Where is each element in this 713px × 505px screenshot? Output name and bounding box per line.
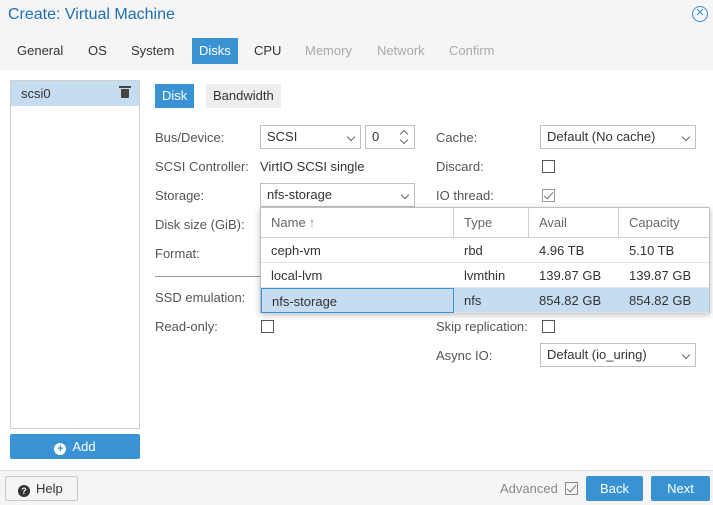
advanced-label: Advanced (500, 481, 558, 496)
readonly-checkbox[interactable] (261, 320, 274, 333)
back-button[interactable]: Back (586, 476, 643, 501)
discard-checkbox[interactable] (542, 160, 555, 173)
format-label: Format: (155, 246, 200, 261)
cache-label: Cache: (436, 130, 478, 145)
add-disk-label: Add (72, 439, 96, 454)
storage-row-selected[interactable]: nfs-storage nfs 854.82 GB 854.82 GB (261, 288, 709, 313)
async-io-label: Async IO: (436, 348, 493, 363)
storage-capacity-cell: 5.10 TB (629, 243, 675, 258)
storage-type-cell: nfs (464, 293, 482, 308)
tab-memory: Memory (305, 43, 352, 58)
storage-capacity-cell: 139.87 GB (629, 268, 692, 283)
async-io-select-value: Default (io_uring) (547, 347, 647, 362)
iothread-label: IO thread: (436, 188, 494, 203)
next-button[interactable]: Next (651, 476, 710, 501)
subtab-bandwidth[interactable]: Bandwidth (206, 84, 281, 108)
subtab-disk[interactable]: Disk (155, 84, 195, 108)
bus-select-value: SCSI (267, 129, 298, 144)
help-label: Help (36, 481, 63, 496)
storage-row[interactable]: local-lvm lvmthin 139.87 GB 139.87 GB (261, 263, 709, 288)
column-header-avail[interactable]: Avail (529, 208, 619, 238)
column-header-name[interactable]: Name ↑ (261, 208, 454, 238)
iothread-checkbox[interactable] (542, 189, 555, 202)
trash-icon[interactable] (119, 86, 131, 99)
window-title: Create: Virtual Machine (8, 6, 175, 23)
disk-list-item[interactable]: scsi0 (11, 81, 139, 106)
chevron-down-icon (681, 132, 691, 142)
tab-network: Network (377, 43, 425, 58)
readonly-label: Read-only: (155, 319, 218, 334)
tab-disks[interactable]: Disks (192, 38, 238, 64)
discard-label: Discard: (436, 159, 484, 174)
plus-icon: + (54, 443, 67, 455)
tab-cpu[interactable]: CPU (247, 38, 288, 64)
storage-type-cell: lvmthin (464, 268, 506, 283)
storage-capacity-cell: 854.82 GB (629, 293, 692, 308)
chevron-down-icon (346, 132, 356, 142)
help-icon: ? (18, 485, 30, 497)
storage-select[interactable]: nfs-storage (260, 183, 415, 207)
window-titlebar: Create: Virtual Machine ✕ (0, 0, 713, 34)
storage-avail-cell: 139.87 GB (539, 268, 602, 283)
device-number-spinner[interactable]: 0 (365, 125, 415, 149)
storage-select-value: nfs-storage (267, 187, 333, 202)
tab-confirm: Confirm (449, 43, 495, 58)
ssd-emulation-label: SSD emulation: (155, 290, 246, 305)
storage-avail-cell: 854.82 GB (539, 293, 602, 308)
bus-device-label: Bus/Device: (155, 130, 225, 145)
chevron-down-icon (681, 350, 691, 360)
section-divider (155, 276, 265, 277)
storage-picker-header: Name ↑ Type Avail Capacity (261, 208, 709, 238)
disk-size-label: Disk size (GiB): (155, 217, 245, 232)
tab-general[interactable]: General (10, 38, 70, 64)
add-disk-button[interactable]: + Add (10, 434, 140, 459)
wizard-footer: ? Help Advanced Back Next (0, 470, 713, 505)
cache-select[interactable]: Default (No cache) (540, 125, 696, 149)
skip-replication-label: Skip replication: (436, 319, 528, 334)
wizard-body: scsi0 + Add Disk Bandwidth Bus/Device: SC… (0, 70, 713, 470)
column-header-type[interactable]: Type (454, 208, 529, 238)
scsi-controller-label: SCSI Controller: (155, 159, 249, 174)
cache-select-value: Default (No cache) (547, 129, 656, 144)
column-header-capacity[interactable]: Capacity (619, 208, 709, 238)
storage-name-cell: nfs-storage (261, 288, 454, 313)
help-button[interactable]: ? Help (5, 476, 78, 501)
bus-select[interactable]: SCSI (260, 125, 361, 149)
storage-name-cell: ceph-vm (271, 243, 321, 258)
spinner-arrows-icon[interactable] (399, 129, 409, 145)
disk-item-label: scsi0 (21, 86, 51, 101)
advanced-checkbox[interactable] (565, 482, 578, 495)
storage-type-cell: rbd (464, 243, 483, 258)
device-number-value: 0 (372, 129, 380, 144)
scsi-controller-value: VirtIO SCSI single (260, 159, 365, 174)
tab-os[interactable]: OS (81, 38, 114, 64)
storage-avail-cell: 4.96 TB (539, 243, 585, 258)
async-io-select[interactable]: Default (io_uring) (540, 343, 696, 367)
chevron-down-icon (400, 190, 410, 200)
sort-ascending-icon: ↑ (308, 215, 316, 230)
storage-name-cell: local-lvm (271, 268, 323, 283)
storage-row[interactable]: ceph-vm rbd 4.96 TB 5.10 TB (261, 238, 709, 263)
tab-system[interactable]: System (124, 38, 181, 64)
wizard-tabs: General OS System Disks CPU Memory Netwo… (0, 36, 713, 66)
storage-label: Storage: (155, 188, 205, 203)
close-icon[interactable]: ✕ (692, 6, 708, 22)
disk-list: scsi0 (10, 80, 140, 429)
skip-replication-checkbox[interactable] (542, 320, 555, 333)
storage-picker: Name ↑ Type Avail Capacity ceph-vm rbd 4.… (260, 207, 710, 313)
